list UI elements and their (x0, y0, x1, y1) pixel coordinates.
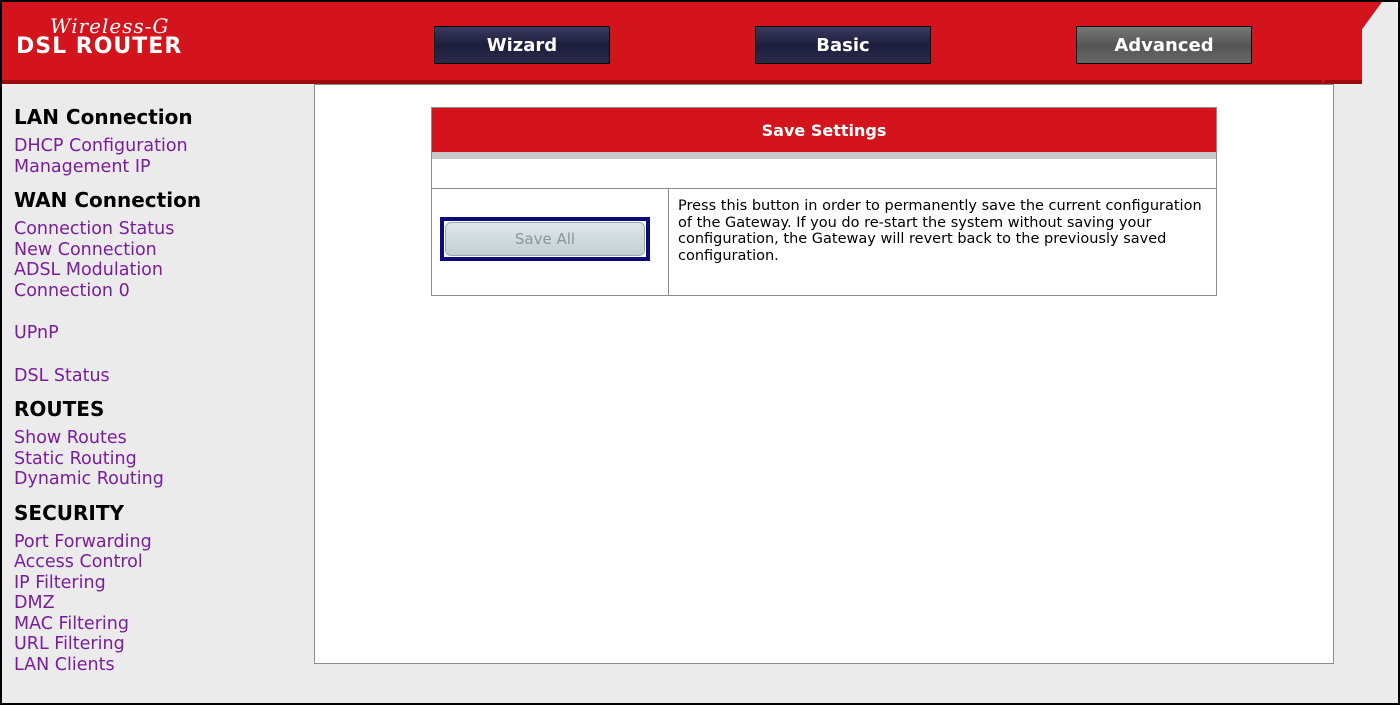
title-separator (432, 152, 1216, 159)
router-window: Wireless-G DSL ROUTER Wizard Basic Advan… (0, 0, 1400, 705)
sidebar-item-mac-filtering[interactable]: MAC Filtering (14, 614, 304, 635)
sidebar-item-upnp[interactable]: UPnP (14, 323, 304, 344)
logo-bottom-text: DSL ROUTER (16, 34, 183, 59)
blank-row (432, 159, 1216, 189)
section-lan-connection: LAN Connection (14, 105, 193, 129)
sidebar-item-adsl-modulation[interactable]: ADSL Modulation (14, 260, 304, 281)
save-description: Press this button in order to permanentl… (678, 198, 1202, 264)
sidebar-item-connection-status[interactable]: Connection Status (14, 219, 304, 240)
top-banner: Wireless-G DSL ROUTER Wizard Basic Advan… (2, 2, 1362, 84)
section-wan-connection: WAN Connection (14, 188, 202, 212)
focus-outline: Save All (440, 217, 650, 261)
sidebar-item-management-ip[interactable]: Management IP (14, 157, 304, 178)
sidebar-item-url-filtering[interactable]: URL Filtering (14, 634, 304, 655)
wizard-button[interactable]: Wizard (434, 26, 610, 64)
sidebar-item-dmz[interactable]: DMZ (14, 593, 304, 614)
sidebar-item-connection-0[interactable]: Connection 0 (14, 281, 304, 302)
sidebar-menu: LAN Connection DHCP Configuration Manage… (14, 106, 304, 675)
save-row: Save All Press this button in order to p… (432, 189, 1216, 295)
logo-top-text: Wireless-G (50, 14, 170, 38)
sidebar-item-show-routes[interactable]: Show Routes (14, 428, 304, 449)
sidebar-item-dsl-status[interactable]: DSL Status (14, 366, 304, 387)
sidebar-item-new-connection[interactable]: New Connection (14, 240, 304, 261)
section-security: SECURITY (14, 500, 124, 525)
product-logo: Wireless-G DSL ROUTER (16, 16, 182, 58)
sidebar-item-lan-clients[interactable]: LAN Clients (14, 655, 304, 676)
sidebar-item-access-control[interactable]: Access Control (14, 552, 304, 573)
section-routes: ROUTES (14, 397, 105, 421)
sidebar-item-dynamic-routing[interactable]: Dynamic Routing (14, 469, 304, 490)
basic-button[interactable]: Basic (755, 26, 931, 64)
sidebar-item-port-forwarding[interactable]: Port Forwarding (14, 532, 304, 553)
sidebar-item-dhcp-configuration[interactable]: DHCP Configuration (14, 136, 304, 157)
sidebar-item-static-routing[interactable]: Static Routing (14, 449, 304, 470)
save-settings-table: Save Settings Save All Press this button… (431, 107, 1217, 296)
advanced-button[interactable]: Advanced (1076, 26, 1252, 64)
save-all-button[interactable]: Save All (445, 222, 645, 256)
sidebar-item-ip-filtering[interactable]: IP Filtering (14, 573, 304, 594)
button-cell: Save All (432, 189, 669, 295)
content-panel: Save Settings Save All Press this button… (314, 84, 1334, 664)
banner-tail (1322, 2, 1382, 84)
panel-title: Save Settings (432, 108, 1216, 152)
